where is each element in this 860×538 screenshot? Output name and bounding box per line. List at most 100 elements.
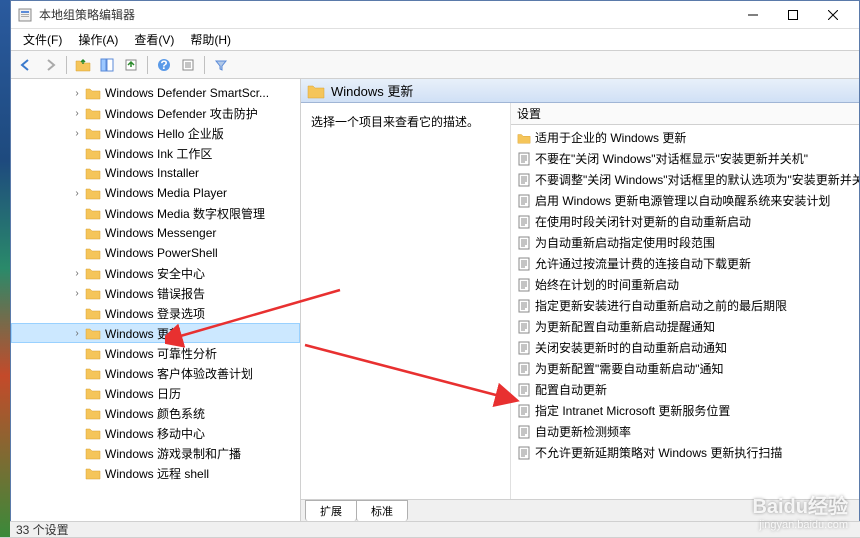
list-setting-item[interactable]: 为自动重新启动指定使用时段范围 <box>511 232 859 253</box>
tree-item-label: Windows 客户体验改善计划 <box>105 365 253 382</box>
folder-icon <box>85 246 101 260</box>
tree-item-label: Windows 颜色系统 <box>105 405 205 422</box>
tab-1[interactable]: 标准 <box>356 500 408 521</box>
close-button[interactable] <box>813 2 853 28</box>
tree-item[interactable]: ›Windows 更新 <box>11 323 300 343</box>
list-setting-item[interactable]: 始终在计划的时间重新启动 <box>511 274 859 295</box>
tree-item[interactable]: Windows 颜色系统 <box>11 403 300 423</box>
menu-item-0[interactable]: 文件(F) <box>15 29 70 50</box>
menu-item-1[interactable]: 操作(A) <box>70 29 126 50</box>
export-button[interactable] <box>120 54 142 76</box>
folder-icon <box>85 326 101 340</box>
list-setting-item[interactable]: 指定 Intranet Microsoft 更新服务位置 <box>511 400 859 421</box>
tree-panel[interactable]: ›Windows Defender SmartScr...›Windows De… <box>11 79 301 521</box>
tree-item[interactable]: Windows Installer <box>11 163 300 183</box>
filter-button[interactable] <box>210 54 232 76</box>
list-item-label: 自动更新检测频率 <box>535 423 631 440</box>
show-tree-button[interactable] <box>96 54 118 76</box>
expand-spacer <box>71 307 83 319</box>
tab-0[interactable]: 扩展 <box>305 500 357 521</box>
menu-item-2[interactable]: 查看(V) <box>126 29 182 50</box>
tree-item[interactable]: ›Windows Hello 企业版 <box>11 123 300 143</box>
expand-icon[interactable]: › <box>71 287 83 299</box>
tree-item[interactable]: Windows PowerShell <box>11 243 300 263</box>
tree-item[interactable]: Windows 远程 shell <box>11 463 300 483</box>
tree-item-label: Windows 安全中心 <box>105 265 205 282</box>
document-icon <box>517 257 531 271</box>
document-icon <box>517 404 531 418</box>
tree-item[interactable]: Windows Media 数字权限管理 <box>11 203 300 223</box>
expand-icon[interactable]: › <box>71 107 83 119</box>
list-item-label: 关闭安装更新时的自动重新启动通知 <box>535 339 727 356</box>
status-text: 33 个设置 <box>16 521 69 538</box>
tree-item[interactable]: Windows Ink 工作区 <box>11 143 300 163</box>
folder-icon <box>85 206 101 220</box>
list-setting-item[interactable]: 配置自动更新 <box>511 379 859 400</box>
minimize-button[interactable] <box>733 2 773 28</box>
expand-icon[interactable]: › <box>71 127 83 139</box>
list-item-label: 为自动重新启动指定使用时段范围 <box>535 234 715 251</box>
tree-item[interactable]: › Windows 安全中心 <box>11 263 300 283</box>
folder-icon <box>85 86 101 100</box>
list-setting-item[interactable]: 为更新配置"需要自动重新启动"通知 <box>511 358 859 379</box>
tree-item[interactable]: Windows 客户体验改善计划 <box>11 363 300 383</box>
help-button[interactable]: ? <box>153 54 175 76</box>
expand-icon[interactable]: › <box>71 187 83 199</box>
list-folder-item[interactable]: 适用于企业的 Windows 更新 <box>511 127 859 148</box>
folder-icon <box>85 346 101 360</box>
window-controls <box>733 2 853 28</box>
document-icon <box>517 341 531 355</box>
content-area: ›Windows Defender SmartScr...›Windows De… <box>11 79 859 521</box>
list-item-label: 在使用时段关闭针对更新的自动重新启动 <box>535 213 751 230</box>
tree-item[interactable]: ›Windows Defender SmartScr... <box>11 83 300 103</box>
toolbar-separator <box>204 56 205 74</box>
back-button[interactable] <box>15 54 37 76</box>
tree-item[interactable]: Windows 游戏录制和广播 <box>11 443 300 463</box>
list-setting-item[interactable]: 在使用时段关闭针对更新的自动重新启动 <box>511 211 859 232</box>
tree-item-label: Windows 日历 <box>105 385 181 402</box>
forward-button[interactable] <box>39 54 61 76</box>
list-setting-item[interactable]: 不允许更新延期策略对 Windows 更新执行扫描 <box>511 442 859 463</box>
tree-item[interactable]: Windows Messenger <box>11 223 300 243</box>
list-item-label: 启用 Windows 更新电源管理以自动唤醒系统来安装计划 <box>535 192 830 209</box>
app-icon <box>17 7 33 23</box>
expand-icon[interactable]: › <box>71 267 83 279</box>
document-icon <box>517 194 531 208</box>
list-setting-item[interactable]: 自动更新检测频率 <box>511 421 859 442</box>
tree-item-label: Windows 可靠性分析 <box>105 345 217 362</box>
up-button[interactable] <box>72 54 94 76</box>
list-setting-item[interactable]: 启用 Windows 更新电源管理以自动唤醒系统来安装计划 <box>511 190 859 211</box>
tree-item[interactable]: Windows 日历 <box>11 383 300 403</box>
list-setting-item[interactable]: 关闭安装更新时的自动重新启动通知 <box>511 337 859 358</box>
menubar: 文件(F)操作(A)查看(V)帮助(H) <box>11 29 859 51</box>
expand-spacer <box>71 247 83 259</box>
expand-spacer <box>71 347 83 359</box>
list-setting-item[interactable]: 不要在"关闭 Windows"对话框显示"安装更新并关机" <box>511 148 859 169</box>
properties-button[interactable] <box>177 54 199 76</box>
document-icon <box>517 425 531 439</box>
tree-item[interactable]: Windows 可靠性分析 <box>11 343 300 363</box>
tree-item[interactable]: Windows 登录选项 <box>11 303 300 323</box>
list-column-header[interactable]: 设置 <box>511 103 859 125</box>
maximize-button[interactable] <box>773 2 813 28</box>
tree-item[interactable]: ›Windows Defender 攻击防护 <box>11 103 300 123</box>
toolbar-separator <box>147 56 148 74</box>
expand-icon[interactable]: › <box>71 327 83 339</box>
expand-icon[interactable]: › <box>71 87 83 99</box>
tree-item[interactable]: Windows 移动中心 <box>11 423 300 443</box>
list-setting-item[interactable]: 指定更新安装进行自动重新启动之前的最后期限 <box>511 295 859 316</box>
document-icon <box>517 320 531 334</box>
list-body[interactable]: 适用于企业的 Windows 更新不要在"关闭 Windows"对话框显示"安装… <box>511 125 859 499</box>
folder-icon <box>307 83 325 99</box>
list-setting-item[interactable]: 为更新配置自动重新启动提醒通知 <box>511 316 859 337</box>
menu-item-3[interactable]: 帮助(H) <box>182 29 239 50</box>
tree-item[interactable]: ›Windows Media Player <box>11 183 300 203</box>
folder-icon <box>85 466 101 480</box>
list-setting-item[interactable]: 允许通过按流量计费的连接自动下载更新 <box>511 253 859 274</box>
tree-item[interactable]: ›Windows 错误报告 <box>11 283 300 303</box>
list-setting-item[interactable]: 不要调整"关闭 Windows"对话框里的默认选项为"安装更新并关机" <box>511 169 859 190</box>
document-icon <box>517 362 531 376</box>
folder-icon <box>85 106 101 120</box>
tree-item-label: Windows 游戏录制和广播 <box>105 445 241 462</box>
folder-icon <box>85 266 101 280</box>
